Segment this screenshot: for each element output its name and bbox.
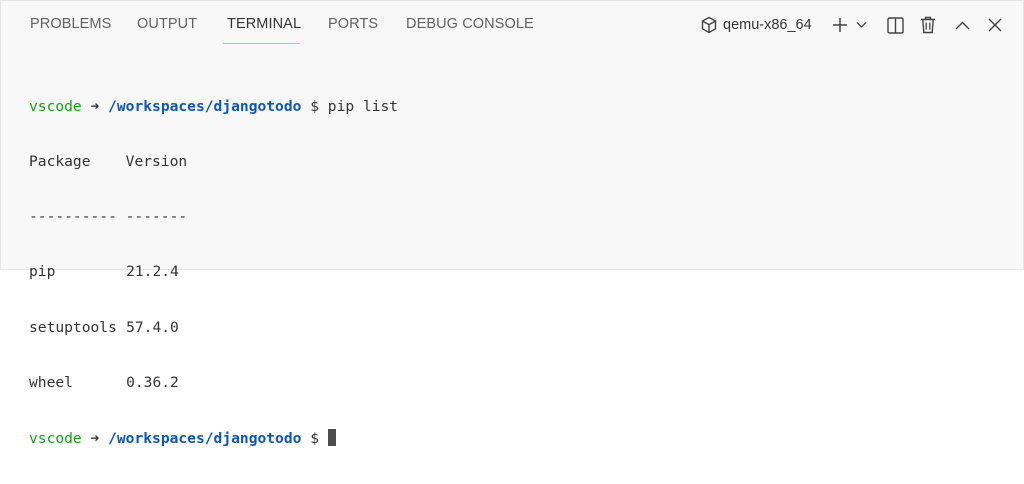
terminal-separator-line: ---------- ------- [29,208,188,226]
kill-terminal-button[interactable] [917,12,939,38]
terminal-header-line: Package Version [29,153,398,171]
package-name: setuptools [29,318,117,336]
prompt-user: vscode [29,97,82,115]
split-icon [886,16,904,34]
prompt-arrow: ➜ [90,97,100,115]
header-package: Package [29,153,91,171]
terminal-prompt-line: vscode ➜ /workspaces/djangotodo $ [29,429,398,447]
active-tab-indicator [223,43,300,44]
terminal-shell-selector[interactable]: qemu-x86_64 [701,12,812,38]
prompt-path: /workspaces/djangotodo [108,430,302,448]
prompt-symbol: $ [310,97,319,115]
package-row: wheel 0.36.2 [29,374,398,392]
panel-tab-bar: PROBLEMS OUTPUT TERMINAL PORTS DEBUG CON… [1,1,1023,49]
terminal-panel: PROBLEMS OUTPUT TERMINAL PORTS DEBUG CON… [0,0,1024,447]
split-terminal-button[interactable] [884,12,906,38]
prompt-user: vscode [29,430,82,448]
chevron-up-icon [955,21,969,29]
trash-icon [921,16,935,34]
terminal-shell-label: qemu-x86_64 [723,17,812,33]
panel-actions: qemu-x86_64 [1,12,1023,38]
close-panel-button[interactable] [984,12,1006,38]
terminal-cursor [327,429,336,447]
package-version: 0.36.2 [126,373,179,391]
package-name: wheel [29,373,73,391]
terminal-output[interactable]: vscode ➜ /workspaces/djangotodo $ pip li… [29,61,398,484]
close-icon [988,18,1002,32]
maximize-panel-button[interactable] [951,12,973,38]
prompt-path: /workspaces/djangotodo [108,97,302,115]
launch-profile-dropdown[interactable] [854,12,868,38]
terminal-prompt-line: vscode ➜ /workspaces/djangotodo $ pip li… [29,98,398,116]
prompt-arrow: ➜ [90,430,100,448]
package-row: setuptools 57.4.0 [29,319,398,337]
package-name: pip [29,263,56,281]
package-row: pip 21.2.4 [29,263,398,281]
chevron-down-icon [856,22,866,28]
header-version: Version [125,153,188,171]
package-version: 21.2.4 [126,263,179,281]
plus-icon [833,18,847,32]
new-terminal-button[interactable] [830,12,850,38]
cube-icon [701,16,717,34]
terminal-command: pip list [327,97,399,115]
prompt-symbol: $ [310,430,319,448]
package-version: 57.4.0 [126,318,179,336]
